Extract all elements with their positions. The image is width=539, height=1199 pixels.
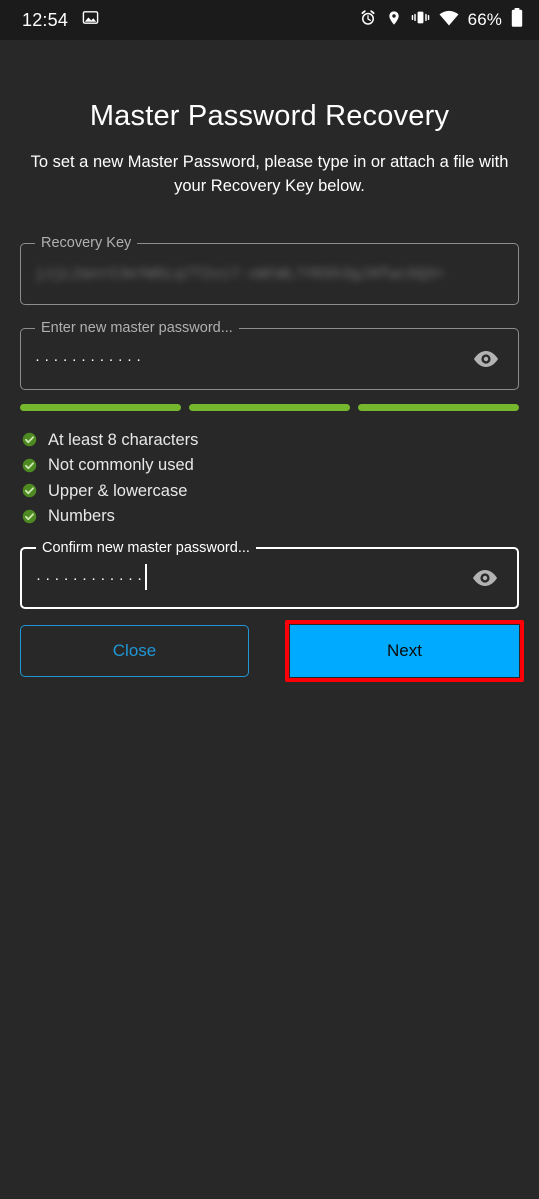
- requirement-label: At least 8 characters: [48, 430, 199, 449]
- page-title: Master Password Recovery: [89, 100, 450, 132]
- status-clock: 12:54: [22, 9, 69, 30]
- requirement-item: At least 8 characters: [22, 427, 422, 453]
- new-password-field[interactable]: Enter new master password... ···········…: [20, 320, 519, 390]
- confirm-password-label: Confirm new master password...: [36, 540, 256, 556]
- check-circle-icon: [22, 458, 37, 473]
- alarm-icon: [359, 9, 377, 32]
- status-bar-right: 66%: [359, 8, 523, 32]
- battery-percent-label: 66%: [467, 10, 502, 29]
- recovery-key-value: jJjL2anrC3eYW5Lq7T2xi7-xWtWL7YK5h3gJ9fwc…: [35, 265, 445, 283]
- next-button[interactable]: Next: [290, 625, 519, 677]
- requirement-label: Numbers: [48, 507, 115, 526]
- text-cursor: [145, 564, 148, 590]
- check-circle-icon: [22, 509, 37, 524]
- status-bar-left: 12:54: [22, 9, 99, 31]
- eye-icon[interactable]: [470, 343, 502, 375]
- requirement-label: Upper & lowercase: [48, 481, 188, 500]
- check-circle-icon: [22, 432, 37, 447]
- location-pin-icon: [386, 9, 402, 32]
- check-circle-icon: [22, 483, 37, 498]
- app-screen: 12:54 66% Master Password Recovery To se…: [0, 0, 539, 1199]
- wifi-icon: [439, 10, 459, 31]
- strength-segment: [20, 404, 181, 411]
- confirm-password-field[interactable]: Confirm new master password... ·········…: [20, 540, 519, 609]
- confirm-password-body: ············: [22, 549, 517, 607]
- confirm-password-value: ············: [36, 569, 147, 587]
- battery-icon: [511, 8, 523, 32]
- password-requirements-list: At least 8 characters Not commonly used …: [22, 427, 422, 529]
- page-subtitle: To set a new Master Password, please typ…: [30, 153, 509, 195]
- requirement-item: Not commonly used: [22, 453, 422, 479]
- strength-segment: [189, 404, 350, 411]
- requirement-item: Upper & lowercase: [22, 478, 422, 504]
- requirement-item: Numbers: [22, 504, 422, 530]
- new-password-value-wrap: ············: [35, 352, 145, 367]
- requirement-label: Not commonly used: [48, 456, 194, 475]
- status-bar: 12:54 66%: [0, 0, 539, 40]
- confirm-password-value-wrap: ············: [36, 564, 148, 591]
- recovery-key-body: jJjL2anrC3eYW5Lq7T2xi7-xWtWL7YK5h3gJ9fwc…: [21, 244, 518, 304]
- new-password-value: ············: [35, 350, 146, 368]
- new-password-body: ············: [21, 329, 518, 389]
- image-icon: [82, 9, 99, 31]
- strength-segment: [358, 404, 519, 411]
- new-password-label: Enter new master password...: [35, 320, 239, 336]
- password-strength-meter: [20, 404, 519, 411]
- vibrate-icon: [411, 9, 430, 31]
- close-button[interactable]: Close: [20, 625, 249, 677]
- action-button-row: Close Next: [20, 620, 524, 682]
- recovery-key-label: Recovery Key: [35, 235, 138, 251]
- eye-icon[interactable]: [469, 562, 501, 594]
- recovery-key-field[interactable]: Recovery Key jJjL2anrC3eYW5Lq7T2xi7-xWtW…: [20, 235, 519, 305]
